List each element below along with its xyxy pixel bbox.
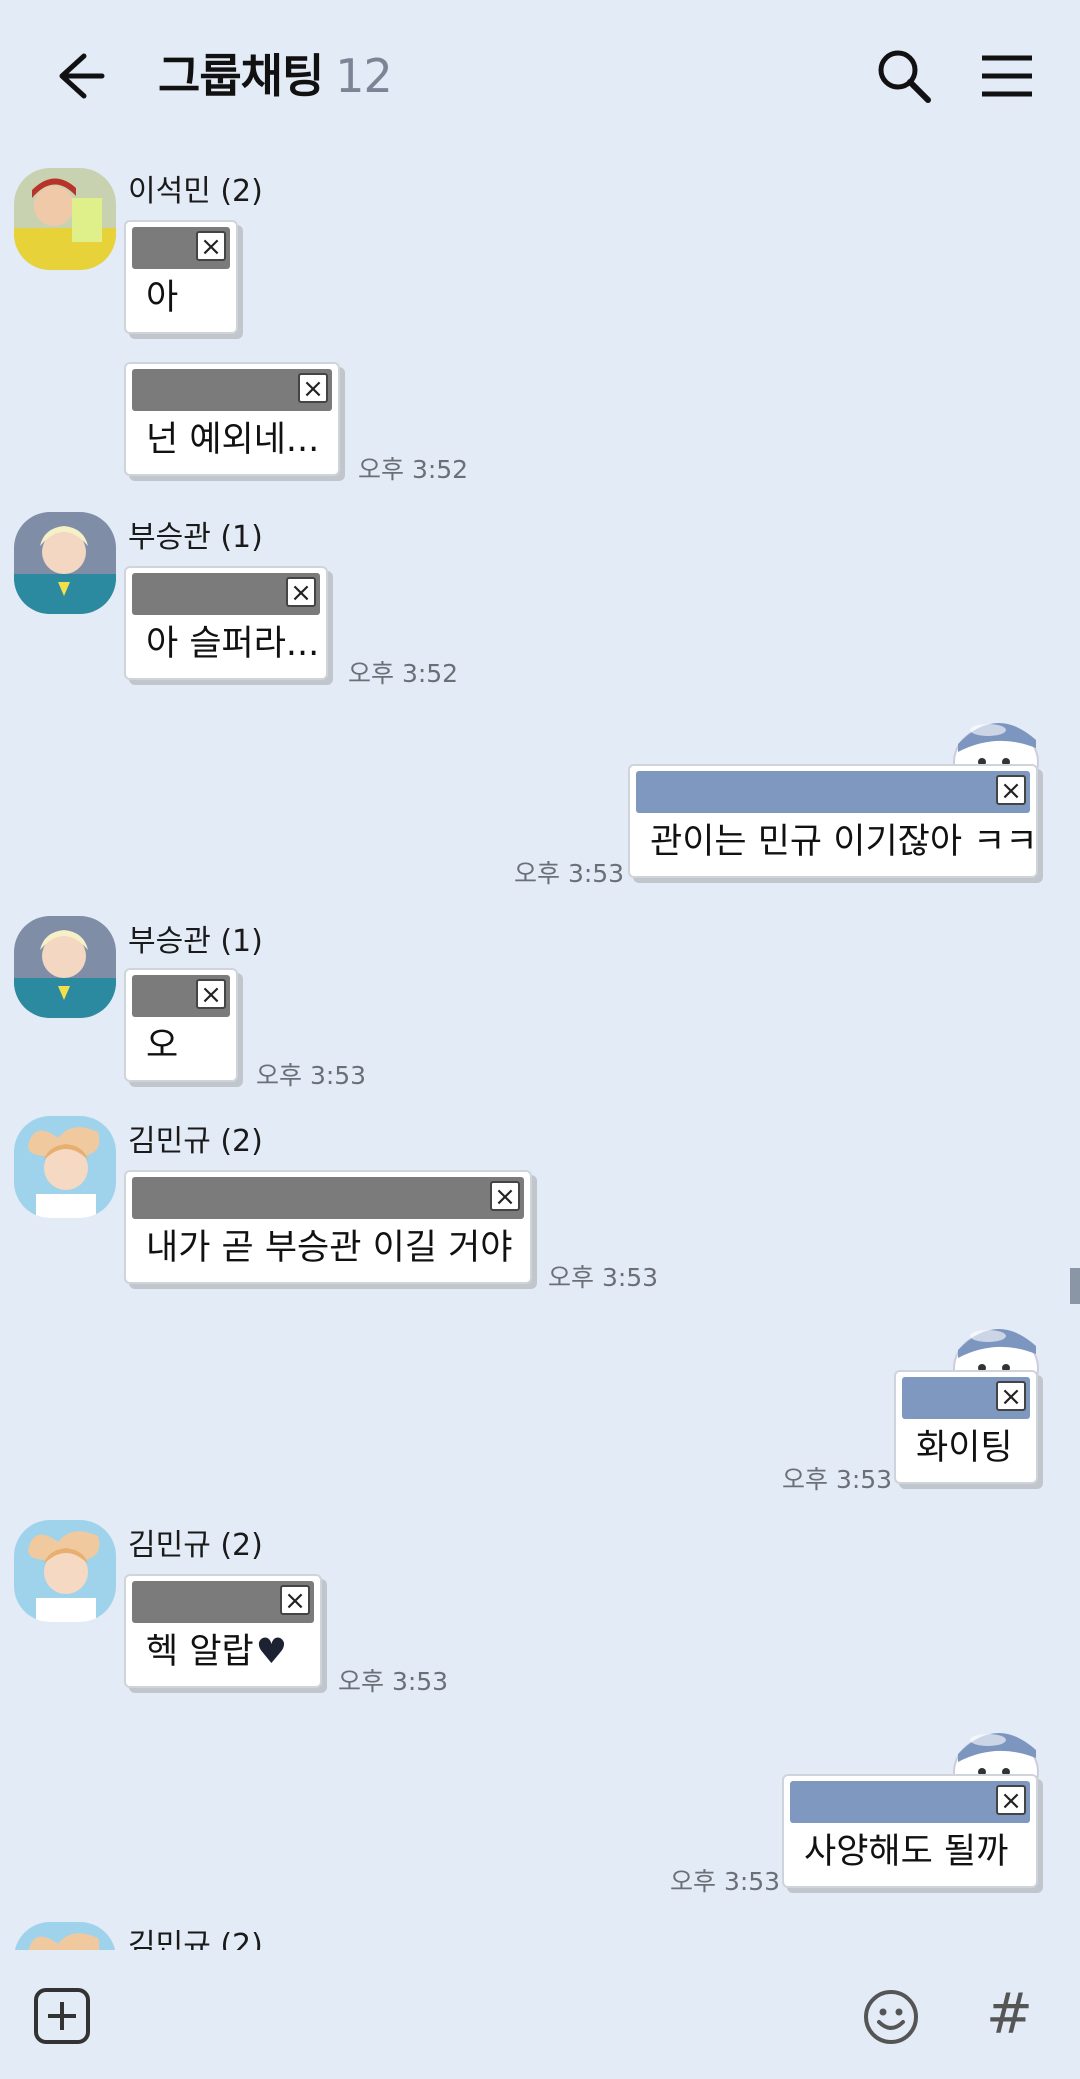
plus-icon: [48, 2002, 76, 2030]
hashtag-button[interactable]: #: [986, 1982, 1033, 2047]
message-text: 아 슬퍼라...: [146, 624, 320, 664]
avatar[interactable]: [14, 1116, 116, 1218]
message-time: 오후 3:53: [514, 859, 625, 888]
sender-name: 이석민 (2): [128, 174, 263, 209]
message-bubble[interactable]: × 아: [124, 220, 238, 334]
search-icon[interactable]: [872, 44, 936, 108]
sender-name: 부승관 (1): [128, 924, 263, 959]
message-time: 오후 3:52: [358, 455, 469, 484]
message-time: 오후 3:53: [256, 1061, 367, 1090]
heart-icon: ♥: [255, 1632, 288, 1672]
message-time: 오후 3:53: [670, 1867, 781, 1896]
avatar[interactable]: [14, 512, 116, 614]
close-icon[interactable]: ×: [996, 775, 1026, 805]
profile-photo-icon: [14, 1922, 116, 1950]
close-icon[interactable]: ×: [286, 577, 316, 607]
message-bubble[interactable]: × 관이는 민규 이기잖아 ㅋㅋ: [628, 764, 1038, 878]
profile-photo-icon: [14, 916, 116, 1018]
message-time: 오후 3:53: [548, 1263, 659, 1292]
back-arrow-icon[interactable]: [44, 44, 108, 108]
message-bubble[interactable]: × 내가 곧 부승관 이길 거야: [124, 1170, 532, 1284]
profile-photo-icon: [14, 512, 116, 614]
message-text: 화이팅: [916, 1428, 1013, 1468]
message-time: 오후 3:53: [338, 1667, 449, 1696]
avatar[interactable]: [14, 168, 116, 270]
message-text: 오: [146, 1026, 179, 1066]
sender-name: 김민규 (2): [128, 1528, 263, 1563]
message-bubble[interactable]: × 헥 알랍♥: [124, 1574, 322, 1688]
avatar[interactable]: [14, 916, 116, 1018]
message-bubble[interactable]: × 오: [124, 968, 238, 1082]
chat-header: 그룹채팅 12: [0, 0, 1080, 148]
profile-photo-icon: [14, 1520, 116, 1622]
message-text: 아: [146, 278, 179, 318]
scrollbar-thumb[interactable]: [1070, 1268, 1080, 1304]
message-bubble[interactable]: × 화이팅: [894, 1370, 1038, 1484]
profile-photo-icon: [14, 168, 116, 270]
close-icon[interactable]: ×: [196, 979, 226, 1009]
sender-name: 김민규 (2): [128, 1928, 263, 1950]
message-bubble[interactable]: × 넌 예외네...: [124, 362, 340, 476]
message-text-content: 헥 알랍: [146, 1632, 254, 1672]
close-icon[interactable]: ×: [996, 1785, 1026, 1815]
sender-name: 부승관 (1): [128, 520, 263, 555]
close-icon[interactable]: ×: [280, 1585, 310, 1615]
chat-title: 그룹채팅 12: [158, 40, 393, 106]
close-icon[interactable]: ×: [298, 373, 328, 403]
message-text: 헥 알랍♥: [146, 1623, 287, 1674]
menu-icon[interactable]: [978, 44, 1036, 108]
sticker-bar: [790, 1781, 1030, 1823]
add-button[interactable]: [34, 1988, 90, 2044]
close-icon[interactable]: ×: [996, 1381, 1026, 1411]
message-time: 오후 3:52: [348, 659, 459, 688]
message-text: 사양해도 될까: [804, 1832, 1009, 1872]
profile-photo-icon: [14, 1116, 116, 1218]
message-time: 오후 3:53: [782, 1465, 893, 1494]
avatar[interactable]: [14, 1922, 116, 1950]
sender-name: 김민규 (2): [128, 1124, 263, 1159]
message-bubble[interactable]: × 사양해도 될까: [782, 1774, 1038, 1888]
avatar[interactable]: [14, 1520, 116, 1622]
message-text: 넌 예외네...: [146, 420, 320, 460]
close-icon[interactable]: ×: [196, 231, 226, 261]
chat-message-list[interactable]: 이석민 (2) × 아 × 넌 예외네... 오후 3:52 부승관 (1) ×…: [0, 148, 1080, 1950]
message-bubble[interactable]: × 아 슬퍼라...: [124, 566, 328, 680]
input-bar: #: [0, 1950, 1080, 2079]
sticker-bar: [636, 771, 1030, 813]
chat-title-text: 그룹채팅: [158, 49, 324, 103]
message-text: 내가 곧 부승관 이길 거야: [146, 1228, 513, 1268]
sticker-bar: [132, 1177, 524, 1219]
close-icon[interactable]: ×: [490, 1181, 520, 1211]
emoji-icon[interactable]: [862, 1988, 920, 2046]
message-text: 관이는 민규 이기잖아 ㅋㅋ: [650, 822, 1038, 862]
member-count: 12: [335, 49, 393, 103]
